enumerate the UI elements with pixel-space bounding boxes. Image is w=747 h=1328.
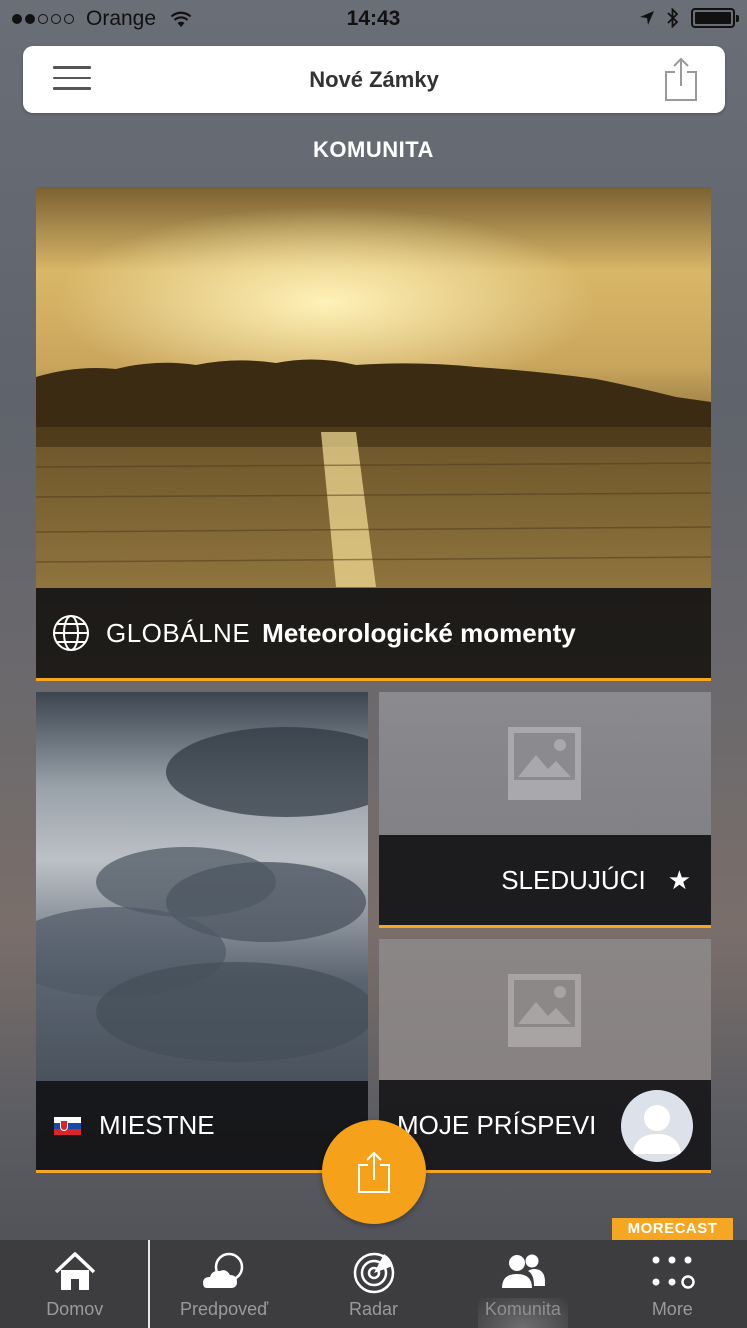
share-photo-button[interactable] xyxy=(322,1120,426,1224)
tab-more[interactable]: More xyxy=(598,1240,747,1328)
global-moments-tile[interactable]: GLOBÁLNE Meteorologické momenty xyxy=(36,187,711,681)
bluetooth-icon xyxy=(667,8,679,28)
battery-icon xyxy=(691,8,739,28)
location-arrow-icon xyxy=(640,11,654,25)
star-icon: ★ xyxy=(667,864,691,895)
header-bar: Nové Zámky xyxy=(23,46,725,113)
radar-icon xyxy=(353,1252,394,1294)
weather-icon xyxy=(203,1252,244,1288)
more-icon xyxy=(652,1256,696,1289)
status-right xyxy=(639,8,739,28)
local-tile-caption: MIESTNE xyxy=(36,1081,368,1173)
section-title: KOMUNITA xyxy=(313,137,434,162)
followers-tile-caption: SLEDUJÚCI ★ xyxy=(379,835,711,928)
tab-radar[interactable]: Radar xyxy=(299,1240,448,1328)
status-bar: Orange 14:43 xyxy=(0,0,747,40)
home-icon xyxy=(54,1252,95,1290)
tab-divider xyxy=(148,1240,150,1328)
my-posts-tile[interactable]: MOJE PRÍSPEVI xyxy=(379,939,711,1173)
tab-predpoved[interactable]: Predpoveď xyxy=(149,1240,298,1328)
my-posts-label: MOJE PRÍSPEVI xyxy=(397,1109,597,1140)
followers-tile[interactable]: SLEDUJÚCI ★ xyxy=(379,692,711,928)
local-tile[interactable]: MIESTNE xyxy=(36,692,368,1173)
location-title[interactable]: Nové Zámky xyxy=(23,67,725,93)
tab-komunita[interactable]: Komunita xyxy=(448,1240,597,1328)
tab-domov[interactable]: Domov xyxy=(0,1240,149,1328)
avatar[interactable] xyxy=(621,1090,693,1162)
community-icon xyxy=(501,1254,545,1288)
global-tile-caption: GLOBÁLNE Meteorologické momenty xyxy=(36,588,711,681)
local-label: MIESTNE xyxy=(99,1110,215,1140)
user-silhouette-icon xyxy=(633,1105,681,1154)
my-posts-tile-caption: MOJE PRÍSPEVI xyxy=(379,1080,711,1173)
status-time: 14:43 xyxy=(346,7,401,30)
tab-label: Predpoveď xyxy=(180,1299,269,1319)
slovakia-flag-icon xyxy=(54,1116,81,1135)
tab-label: Radar xyxy=(349,1299,399,1319)
global-label: GLOBÁLNE xyxy=(106,617,251,648)
tab-bar: Domov Predpoveď Radar Komunita More xyxy=(0,1240,747,1328)
image-placeholder-icon xyxy=(508,727,581,800)
followers-label: SLEDUJÚCI xyxy=(501,864,646,895)
share-icon[interactable] xyxy=(663,56,699,102)
globe-icon xyxy=(53,615,89,651)
image-placeholder-icon xyxy=(508,974,581,1047)
share-icon xyxy=(358,1151,390,1193)
tab-label: More xyxy=(651,1299,693,1319)
tab-label: Komunita xyxy=(484,1299,561,1319)
morecast-brand-badge: MORECAST xyxy=(612,1218,733,1240)
global-subtitle: Meteorologické momenty xyxy=(262,617,576,648)
tab-label: Domov xyxy=(46,1299,104,1319)
